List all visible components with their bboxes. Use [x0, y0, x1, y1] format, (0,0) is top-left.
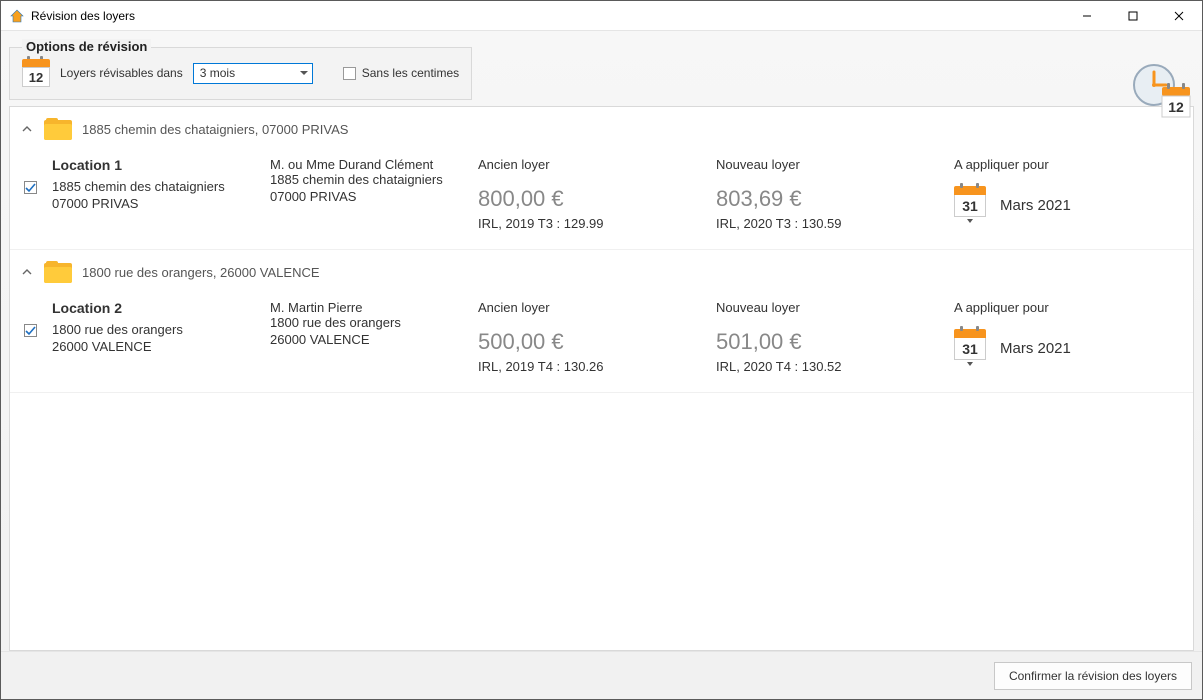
- apply-label: A appliquer pour: [954, 300, 1183, 315]
- location-addr1: 1885 chemin des chataigniers: [52, 179, 262, 196]
- window: Révision des loyers Options de révision …: [0, 0, 1203, 700]
- apply-label: A appliquer pour: [954, 157, 1183, 172]
- tenant-name: M. Martin Pierre: [270, 300, 470, 315]
- old-rent-label: Ancien loyer: [478, 300, 708, 315]
- chevron-down-icon: [967, 362, 973, 366]
- calendar-day: 31: [954, 338, 986, 360]
- period-selected: 3 mois: [200, 66, 235, 80]
- apply-date-picker[interactable]: 31: [954, 186, 986, 225]
- window-title: Révision des loyers: [31, 9, 135, 23]
- tenant-addr2: 07000 PRIVAS: [270, 189, 470, 206]
- header-clock-calendar-icon: 12: [1128, 63, 1192, 119]
- revisable-label: Loyers révisables dans: [60, 66, 183, 80]
- folder-icon: [44, 118, 72, 140]
- options-legend: Options de révision: [22, 39, 151, 54]
- tenant-addr1: 1885 chemin des chataigniers: [270, 172, 470, 189]
- chevron-down-icon: [300, 71, 308, 75]
- location-name: Location 1: [52, 157, 262, 173]
- revision-list: 1885 chemin des chataigniers, 07000 PRIV…: [9, 106, 1194, 651]
- property-group: 1800 rue des orangers, 26000 VALENCE Loc…: [10, 250, 1193, 393]
- group-header[interactable]: 1800 rue des orangers, 26000 VALENCE: [10, 250, 1193, 294]
- new-rent-label: Nouveau loyer: [716, 300, 946, 315]
- location-addr1: 1800 rue des orangers: [52, 322, 262, 339]
- location-addr2: 07000 PRIVAS: [52, 196, 262, 213]
- group-address: 1885 chemin des chataigniers, 07000 PRIV…: [82, 122, 348, 137]
- property-group: 1885 chemin des chataigniers, 07000 PRIV…: [10, 107, 1193, 250]
- old-rent-amount: 800,00 €: [478, 186, 708, 212]
- calendar-day: 31: [954, 195, 986, 217]
- period-select[interactable]: 3 mois: [193, 63, 313, 84]
- apply-month: Mars 2021: [1000, 197, 1071, 214]
- old-rent-index: IRL, 2019 T3 : 129.99: [478, 216, 708, 231]
- row-checkbox[interactable]: [24, 324, 37, 337]
- location-addr2: 26000 VALENCE: [52, 339, 262, 356]
- checkbox-box: [343, 67, 356, 80]
- chevron-up-icon: [20, 122, 34, 136]
- confirm-label: Confirmer la révision des loyers: [1009, 669, 1177, 683]
- new-rent-index: IRL, 2020 T3 : 130.59: [716, 216, 946, 231]
- chevron-up-icon: [20, 265, 34, 279]
- location-row: Location 2 1800 rue des orangers 26000 V…: [10, 294, 1193, 392]
- tenant-addr1: 1800 rue des orangers: [270, 315, 470, 332]
- sans-centimes-checkbox[interactable]: Sans les centimes: [343, 66, 459, 80]
- maximize-button[interactable]: [1110, 1, 1156, 31]
- new-rent-index: IRL, 2020 T4 : 130.52: [716, 359, 946, 374]
- sans-centimes-label: Sans les centimes: [362, 66, 459, 80]
- tenant-addr2: 26000 VALENCE: [270, 332, 470, 349]
- content: Options de révision 12 Loyers révisables…: [1, 31, 1202, 699]
- folder-icon: [44, 261, 72, 283]
- apply-month: Mars 2021: [1000, 340, 1071, 357]
- close-button[interactable]: [1156, 1, 1202, 31]
- footer: Confirmer la révision des loyers: [1, 651, 1202, 699]
- options-group: Options de révision 12 Loyers révisables…: [9, 47, 472, 100]
- svg-text:12: 12: [1168, 99, 1184, 115]
- location-row: Location 1 1885 chemin des chataigniers …: [10, 151, 1193, 249]
- group-header[interactable]: 1885 chemin des chataigniers, 07000 PRIV…: [10, 107, 1193, 151]
- calendar-day: 12: [22, 67, 50, 87]
- new-rent-amount: 501,00 €: [716, 329, 946, 355]
- old-rent-amount: 500,00 €: [478, 329, 708, 355]
- confirm-button[interactable]: Confirmer la révision des loyers: [994, 662, 1192, 690]
- group-address: 1800 rue des orangers, 26000 VALENCE: [82, 265, 320, 280]
- new-rent-amount: 803,69 €: [716, 186, 946, 212]
- tenant-name: M. ou Mme Durand Clément: [270, 157, 470, 172]
- row-checkbox[interactable]: [24, 181, 37, 194]
- titlebar: Révision des loyers: [1, 1, 1202, 31]
- calendar-icon: 12: [22, 59, 50, 87]
- old-rent-index: IRL, 2019 T4 : 130.26: [478, 359, 708, 374]
- minimize-button[interactable]: [1064, 1, 1110, 31]
- app-icon: [9, 8, 25, 24]
- chevron-down-icon: [967, 219, 973, 223]
- location-name: Location 2: [52, 300, 262, 316]
- new-rent-label: Nouveau loyer: [716, 157, 946, 172]
- apply-date-picker[interactable]: 31: [954, 329, 986, 368]
- old-rent-label: Ancien loyer: [478, 157, 708, 172]
